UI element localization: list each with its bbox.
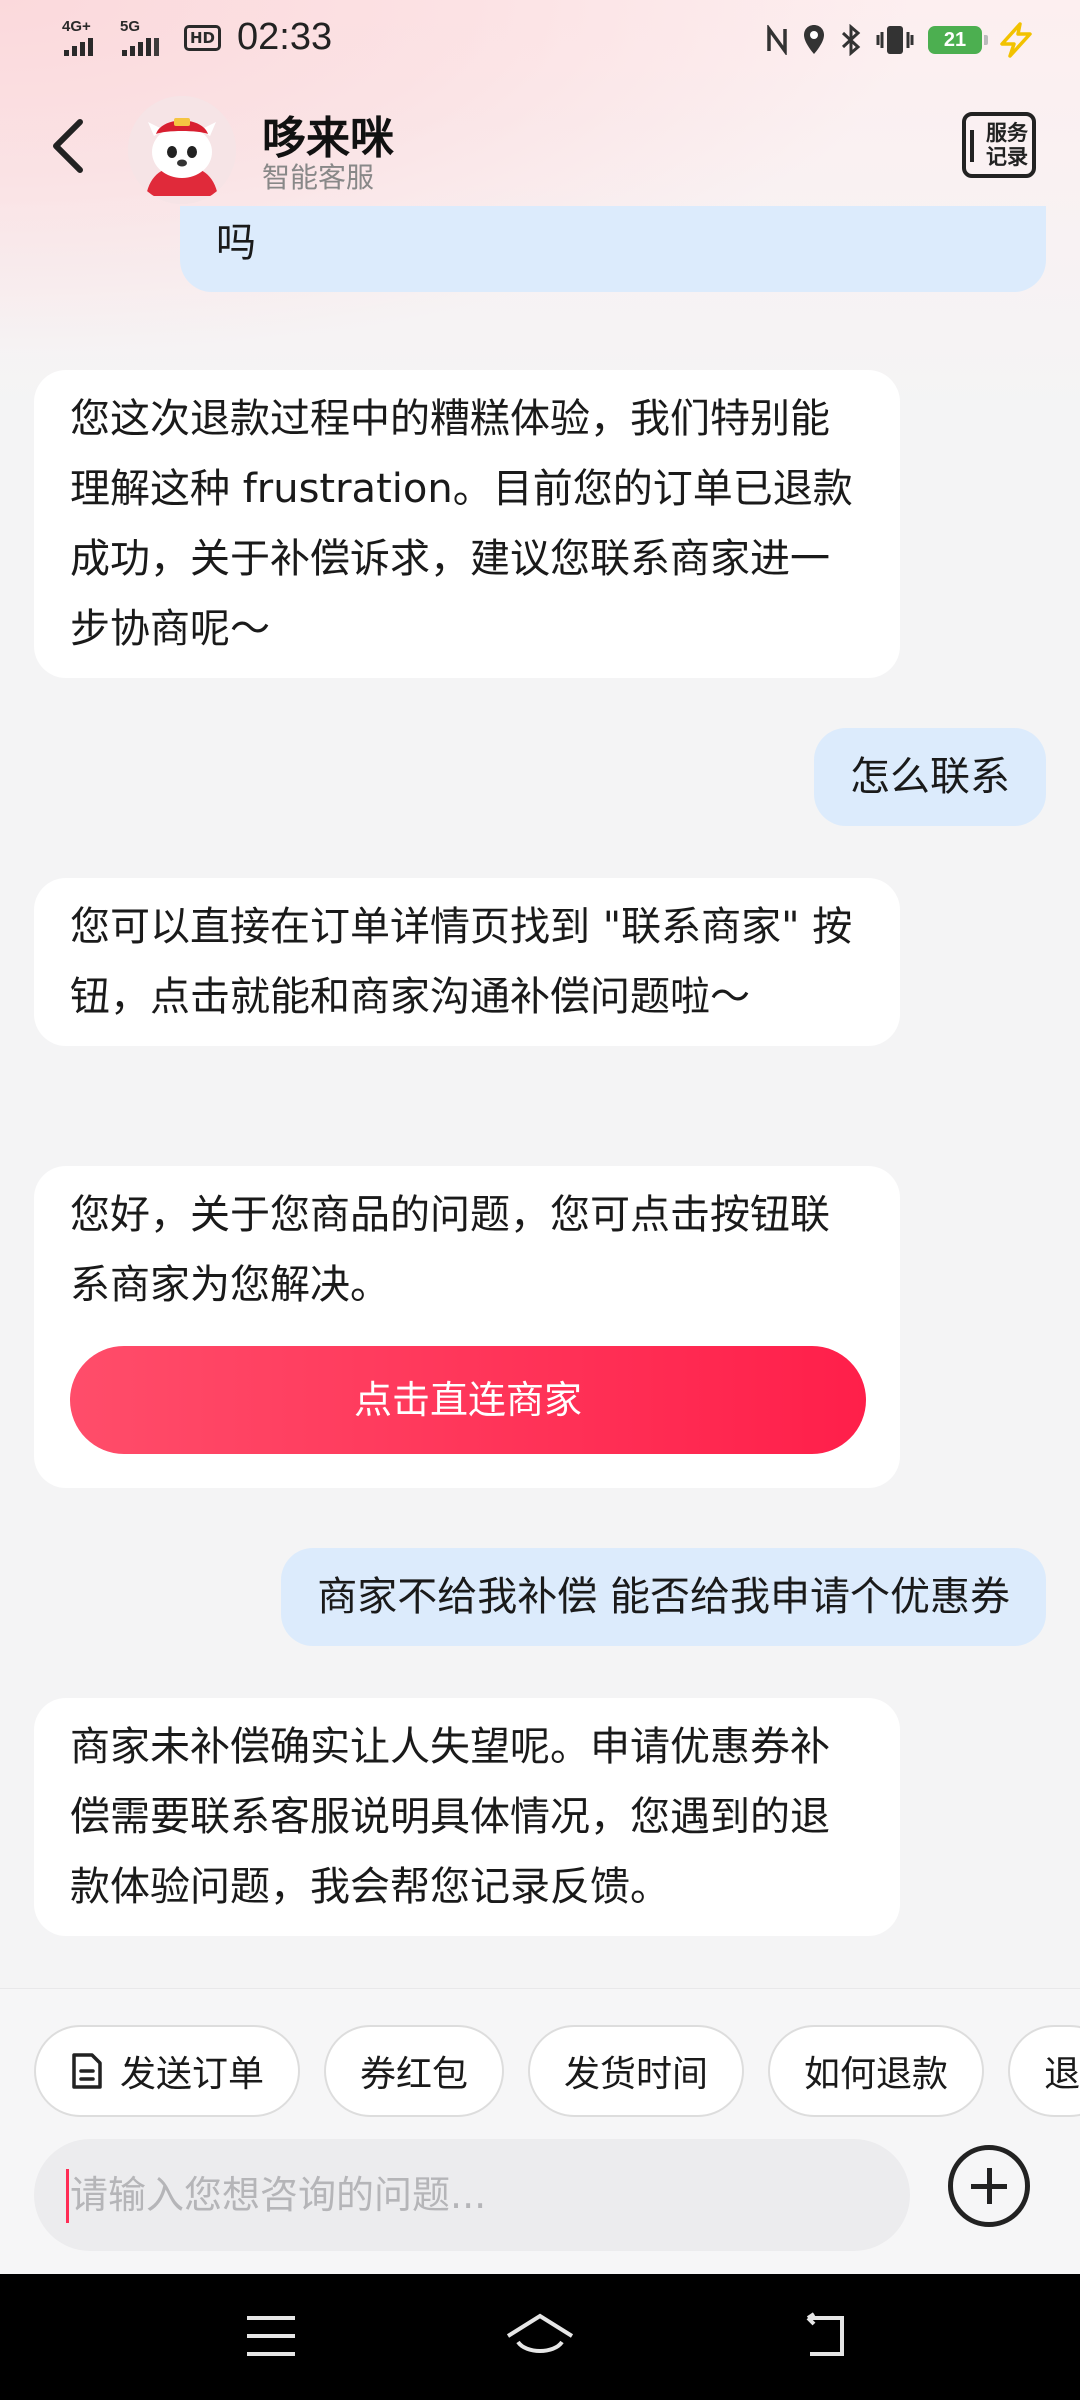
network-type-label: 5G [120, 17, 141, 35]
status-time: 02:33 [237, 16, 333, 58]
bot-message: 您这次退款过程中的糟糕体验，我们特别能理解这种 frustration。目前您的… [34, 370, 900, 678]
user-message: 怎么联系 [814, 728, 1046, 826]
bot-message: 商家未补偿确实让人失望呢。申请优惠券补偿需要联系客服说明具体情况，您遇到的退款体… [34, 1698, 900, 1936]
signal-4g-icon: 4G+ [62, 18, 110, 58]
quick-reply-label: 发货时间 [564, 2054, 709, 2095]
bot-message-card: 您好，关于您商品的问题，您可点击按钮联系商家为您解决。 点击直连商家 [34, 1166, 900, 1488]
contact-merchant-button[interactable]: 点击直连商家 [70, 1346, 866, 1454]
user-message: 退款速度体验感极差，可以给我申请个补偿吗 [180, 206, 1046, 292]
text-cursor [66, 2169, 69, 2223]
back-nav-icon[interactable] [796, 2312, 852, 2360]
quick-reply-coupon[interactable]: 券红包 [324, 2025, 505, 2117]
message-input[interactable] [70, 2139, 890, 2251]
page-subtitle: 智能客服 [262, 161, 375, 194]
mascot-avatar-icon [128, 96, 236, 204]
service-record-button[interactable]: 服务 记录 [962, 112, 1036, 178]
user-message: 商家不给我补偿 能否给我申请个优惠券 [281, 1548, 1046, 1646]
bot-message-text: 您好，关于您商品的问题，您可点击按钮联系商家为您解决。 [70, 1192, 830, 1308]
quick-reply-shipping-time[interactable]: 发货时间 [528, 2025, 745, 2117]
chat-header: 哆来咪 智能客服 服务 记录 [0, 84, 1080, 206]
nfc-icon [767, 25, 787, 55]
back-button[interactable] [44, 114, 96, 178]
document-icon [72, 2053, 102, 2089]
battery-icon: 21 [928, 26, 988, 54]
quick-reply-how-to-refund[interactable]: 如何退款 [768, 2025, 985, 2117]
chat-area[interactable]: 退款速度体验感极差，可以给我申请个补偿吗 您这次退款过程中的糟糕体验，我们特别能… [0, 206, 1080, 1988]
service-record-label: 记录 [986, 145, 1028, 169]
quick-reply-bar[interactable]: 发送订单 券红包 发货时间 如何退款 退 [34, 2025, 1080, 2117]
quick-reply-label: 券红包 [360, 2054, 469, 2095]
system-navigation-bar [0, 2274, 1080, 2400]
bluetooth-icon [841, 24, 861, 56]
quick-reply-more[interactable]: 退 [1008, 2025, 1080, 2117]
status-bar: 4G+ 5G HD 02:33 21 [0, 0, 1080, 84]
home-icon[interactable] [504, 2312, 576, 2362]
hd-voice-icon: HD [184, 24, 222, 51]
avatar[interactable] [128, 96, 236, 204]
vibrate-icon [876, 26, 914, 54]
input-panel: 发送订单 券红包 发货时间 如何退款 退 [0, 1988, 1080, 2274]
list-icon [970, 130, 979, 162]
charging-icon [1000, 22, 1032, 58]
menu-icon[interactable] [244, 2312, 298, 2360]
message-input-box[interactable] [34, 2139, 910, 2251]
bot-message: 您可以直接在订单详情页找到 "联系商家" 按钮，点击就能和商家沟通补偿问题啦～ [34, 878, 900, 1046]
plus-button[interactable] [948, 2145, 1030, 2227]
quick-reply-label: 发送订单 [120, 2054, 265, 2095]
service-record-label: 服务 [986, 121, 1028, 145]
location-icon [804, 25, 824, 54]
quick-reply-label: 退 [1044, 2054, 1080, 2095]
quick-reply-send-order[interactable]: 发送订单 [34, 2025, 301, 2117]
network-type-label: 4G+ [62, 17, 91, 35]
signal-5g-icon: 5G [120, 18, 168, 58]
quick-reply-label: 如何退款 [804, 2054, 949, 2095]
